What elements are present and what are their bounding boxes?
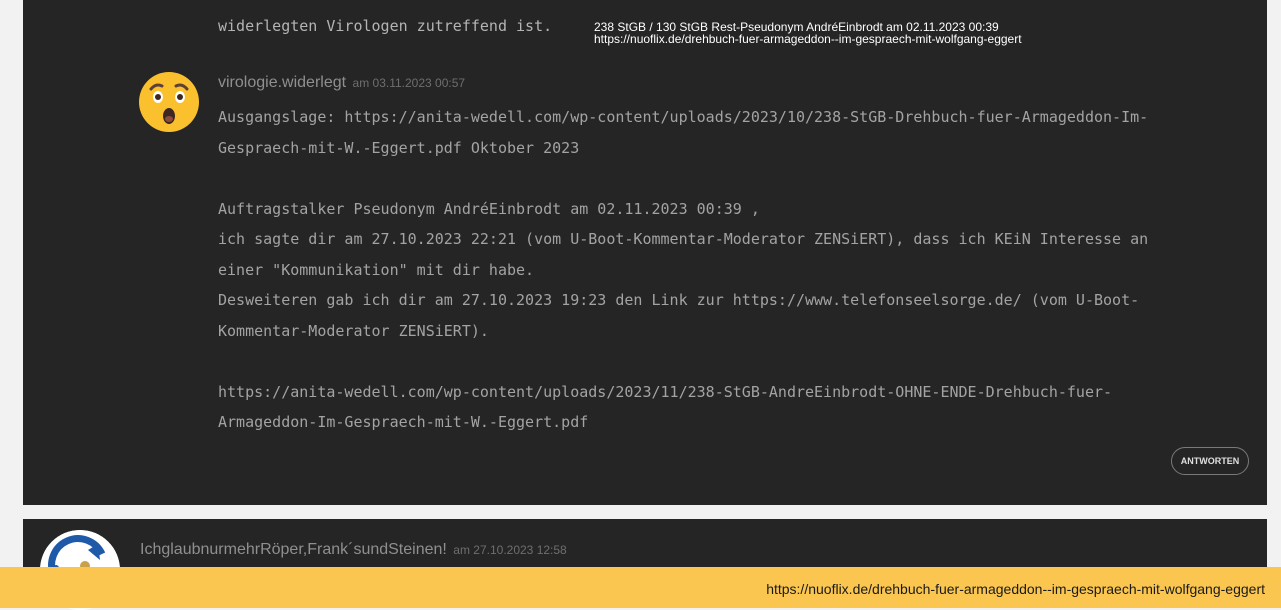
comment-line: ich sagte dir am 27.10.2023 22:21 (vom U… <box>218 230 1149 248</box>
status-bar-url: https://nuoflix.de/drehbuch-fuer-armaged… <box>766 581 1265 597</box>
comment-line: Armageddon-Im-Gespraech-mit-W.-Eggert.pd… <box>218 413 589 431</box>
comment-header: virologie.widerlegt am 03.11.2023 00:57 <box>218 74 465 92</box>
comment-date: am 03.11.2023 00:57 <box>352 76 466 90</box>
surprised-face-emoji-icon <box>137 70 201 134</box>
next-comment-date: am 27.10.2023 12:58 <box>453 543 567 557</box>
comment-body: Ausgangslage: https://anita-wedell.com/w… <box>218 102 1258 438</box>
link-preview-status-bar: https://nuoflix.de/drehbuch-fuer-armaged… <box>0 567 1281 608</box>
next-comment-author[interactable]: IchglaubnurmehrRöper,Frank´sundSteinen! <box>140 541 447 558</box>
comment-line: Desweiteren gab ich dir am 27.10.2023 19… <box>218 291 1140 309</box>
comment-line: Ausgangslage: https://anita-wedell.com/w… <box>218 108 1149 126</box>
comment-line: https://anita-wedell.com/wp-content/uplo… <box>218 382 1113 401</box>
comment-line: Kommentar-Moderator ZENSiERT). <box>218 321 489 340</box>
previous-comment-note-line-2: https://nuoflix.de/drehbuch-fuer-armaged… <box>594 32 1022 46</box>
next-comment-header: IchglaubnurmehrRöper,Frank´sundSteinen! … <box>140 541 567 559</box>
comment-author[interactable]: virologie.widerlegt <box>218 74 346 91</box>
comment-line: Gespraech-mit-W.-Eggert.pdf Oktober 2023 <box>218 138 580 157</box>
comment-line <box>218 163 1258 194</box>
previous-comment-text-tail: widerlegten Virologen zutreffend ist. <box>218 17 553 35</box>
comment-line <box>218 346 1258 377</box>
comment-line: Auftragstalker Pseudonym AndréEinbrodt a… <box>218 199 760 218</box>
comment-line: einer "Kommunikation" mit dir habe. <box>218 260 535 279</box>
reply-button[interactable]: ANTWORTEN <box>1171 447 1249 475</box>
previous-comment-note: 238 StGB / 130 StGB Rest-Pseudonym André… <box>594 21 1022 45</box>
